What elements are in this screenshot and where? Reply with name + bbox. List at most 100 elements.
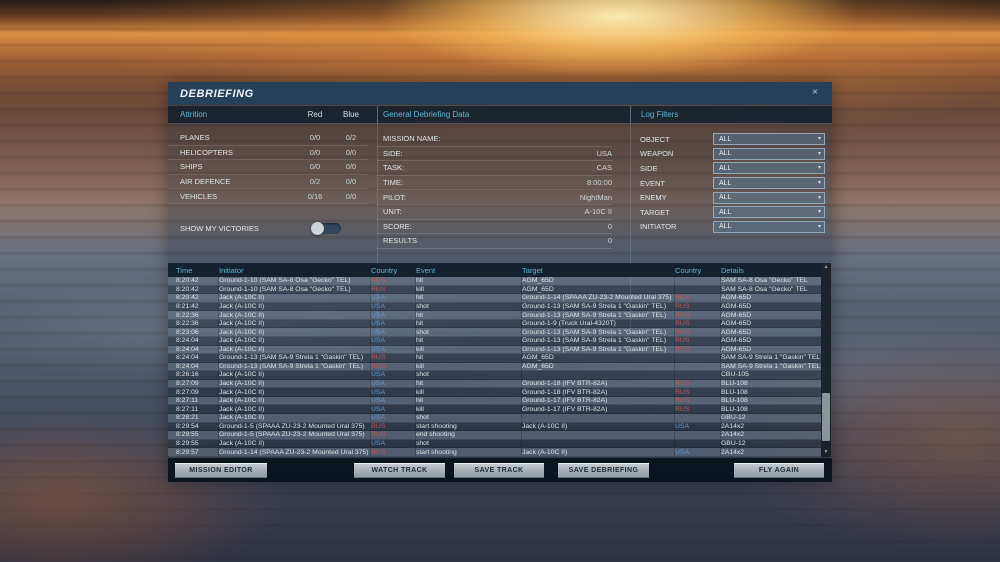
log-cell: 2A14x2 <box>721 448 745 456</box>
filter-label: ENEMY <box>640 193 667 203</box>
log-row[interactable]: 8:27:09 Jack (A-10C II) USA hit Ground-1-18 … <box>168 379 821 389</box>
log-cell: AGM-65D <box>721 345 752 353</box>
scrollbar-thumb[interactable] <box>822 393 830 441</box>
filter-enemy-dropdown[interactable]: ALL ▾ <box>713 191 825 204</box>
log-cell: USA <box>371 294 416 302</box>
log-cell: AGM_65D <box>522 285 675 294</box>
log-row[interactable]: 8:23:06 Jack (A-10C II) USA shot Ground-1-13… <box>168 328 821 337</box>
log-filters-list: OBJECT ALL ▾ WEAPON ALL ▾ SIDE ALL ▾ EVENT ALL ▾ ENE… <box>630 132 832 234</box>
log-cell: 8:24:04 <box>176 354 219 362</box>
log-cell: 8:29:55 <box>176 439 219 448</box>
general-data-label: TASK: <box>383 163 405 173</box>
filter-object-dropdown[interactable]: ALL ▾ <box>713 133 825 146</box>
log-cell <box>675 277 721 285</box>
log-cell: USA <box>371 388 416 396</box>
filter-target-dropdown[interactable]: ALL ▾ <box>713 206 825 219</box>
log-scrollbar[interactable]: ▲ ▼ <box>821 263 831 457</box>
log-row[interactable]: 8:27:11 Jack (A-10C II) USA hit Ground-1-17 … <box>168 396 821 406</box>
chevron-down-icon: ▾ <box>817 136 821 143</box>
chevron-down-icon: ▾ <box>817 165 821 172</box>
log-cell <box>522 439 675 448</box>
log-cell: Jack (A-10C II) <box>219 371 371 379</box>
log-row[interactable]: 8:29:55 Jack (A-10C II) USA shot GBU-12 <box>168 439 821 449</box>
log-cell: end shooting <box>416 431 522 439</box>
log-cell <box>675 354 721 362</box>
fly-again-button[interactable]: FLY AGAIN <box>733 462 825 479</box>
log-cell <box>675 414 721 422</box>
log-cell: USA <box>371 439 416 448</box>
log-cell: Ground-1-10 (SAM SA-8 Osa "Gecko" TEL) <box>219 285 371 294</box>
log-column-header: Initiator <box>219 265 244 275</box>
log-row[interactable]: 8:24:04 Ground-1-13 (SAM SA-9 Strela 1 "G… <box>168 354 821 363</box>
filter-weapon-dropdown[interactable]: ALL ▾ <box>713 147 825 160</box>
log-cell: Jack (A-10C II) <box>522 422 675 431</box>
log-cell: RUS <box>675 336 721 345</box>
filter-label: SIDE <box>640 163 658 173</box>
log-row[interactable]: 8:24:04 Jack (A-10C II) USA kill Ground-1-13… <box>168 345 821 355</box>
chevron-down-icon: ▾ <box>817 223 821 230</box>
log-row[interactable]: 8:24:04 Ground-1-13 (SAM SA-9 Strela 1 "G… <box>168 362 821 372</box>
filter-side-dropdown[interactable]: ALL ▾ <box>713 162 825 175</box>
general-data-label: TIME: <box>383 178 403 188</box>
log-cell: USA <box>371 379 416 388</box>
log-row[interactable]: 8:22:36 Jack (A-10C II) USA hit Ground-1-13 … <box>168 311 821 320</box>
log-row[interactable]: 8:27:11 Jack (A-10C II) USA kill Ground-1-17… <box>168 405 821 414</box>
log-table-body: 8:20:42 Ground-1-10 (SAM SA-8 Osa "Gecko"… <box>168 277 821 457</box>
log-cell: RUS <box>675 396 721 405</box>
log-row[interactable]: 8:29:54 Ground-1-5 (SPAAA ZU-23-2 Mounted… <box>168 422 821 432</box>
log-row[interactable]: 8:20:42 Ground-1-10 (SAM SA-8 Osa "Gecko"… <box>168 285 821 295</box>
log-row[interactable]: 8:29:57 Ground-1-14 (SPAAA ZU-23-2 Mounte… <box>168 448 821 457</box>
log-column-header: Time <box>176 265 193 275</box>
log-cell: RUS <box>675 319 721 328</box>
mission-editor-button[interactable]: MISSION EDITOR <box>174 462 268 479</box>
log-cell: SAM SA-9 Strela 1 "Gaskin" TEL <box>721 354 821 362</box>
log-row[interactable]: 8:27:09 Jack (A-10C II) USA kill Ground-1-18… <box>168 388 821 397</box>
log-cell: Jack (A-10C II) <box>219 319 371 328</box>
attrition-col-red: Red <box>307 110 323 119</box>
log-cell <box>675 285 721 294</box>
log-cell: 8:20:42 <box>176 285 219 294</box>
log-row[interactable]: 8:26:16 Jack (A-10C II) USA shot CBU-105 <box>168 371 821 380</box>
log-cell: 2A14x2 <box>721 431 745 439</box>
scroll-down-icon[interactable]: ▼ <box>821 448 831 457</box>
log-cell: 8:22:36 <box>176 319 219 328</box>
close-icon[interactable]: × <box>807 85 823 101</box>
log-cell: 8:29:55 <box>176 431 219 439</box>
log-row[interactable]: 8:28:21 Jack (A-10C II) USA shot GBU-12 <box>168 414 821 423</box>
log-cell <box>675 431 721 439</box>
log-row[interactable]: 8:29:55 Ground-1-5 (SPAAA ZU-23-2 Mounted… <box>168 431 821 440</box>
log-filters-title: Log Filters <box>641 110 679 119</box>
chevron-down-icon: ▾ <box>817 180 821 187</box>
log-cell: RUS <box>371 362 416 371</box>
scroll-up-icon[interactable]: ▲ <box>821 263 831 272</box>
section-header-band: Attrition Red Blue General Debriefing Da… <box>168 106 832 124</box>
log-cell: 8:20:42 <box>176 294 219 302</box>
attrition-red-value: 0/0 <box>309 147 321 157</box>
log-cell: Ground-1-18 (IFV BTR-82A) <box>522 388 675 396</box>
general-data-value: 0 <box>607 221 612 231</box>
save-debriefing-button[interactable]: SAVE DEBRIEFING <box>557 462 650 479</box>
save-track-button[interactable]: SAVE TRACK <box>453 462 545 479</box>
attrition-table: PLANES 0/0 0/2 HELICOPTERS 0/0 0/0 SHIPS 0/0 0/0… <box>168 131 377 204</box>
log-cell: Jack (A-10C II) <box>219 345 371 354</box>
filter-event-dropdown[interactable]: ALL ▾ <box>713 177 825 190</box>
log-cell: RUS <box>371 277 416 285</box>
log-cell: Ground-1-14 (SPAAA ZU-23-2 Mounted Ural … <box>522 294 675 302</box>
filter-initiator-dropdown[interactable]: ALL ▾ <box>713 220 825 233</box>
log-cell <box>522 371 675 379</box>
log-row[interactable]: 8:24:04 Jack (A-10C II) USA hit Ground-1-13 … <box>168 336 821 346</box>
dropdown-value: ALL <box>719 150 732 158</box>
log-row[interactable]: 8:20:42 Jack (A-10C II) USA hit Ground-1-14 … <box>168 294 821 303</box>
log-cell: Jack (A-10C II) <box>219 439 371 448</box>
log-cell: shot <box>416 414 522 422</box>
log-row[interactable]: 8:21:42 Jack (A-10C II) USA shot Ground-1-13… <box>168 302 821 312</box>
chevron-down-icon: ▾ <box>817 150 821 157</box>
log-cell: 2A14x2 <box>721 422 745 430</box>
log-row[interactable]: 8:22:36 Jack (A-10C II) USA hit Ground-1-9 (… <box>168 319 821 329</box>
general-data-row: SCORE: 0 <box>377 220 612 235</box>
log-cell: Jack (A-10C II) <box>219 294 371 302</box>
watch-track-button[interactable]: WATCH TRACK <box>353 462 446 479</box>
show-my-victories-toggle[interactable] <box>311 221 341 235</box>
log-row[interactable]: 8:20:42 Ground-1-10 (SAM SA-8 Osa "Gecko"… <box>168 277 821 286</box>
log-cell: RUS <box>675 294 721 302</box>
